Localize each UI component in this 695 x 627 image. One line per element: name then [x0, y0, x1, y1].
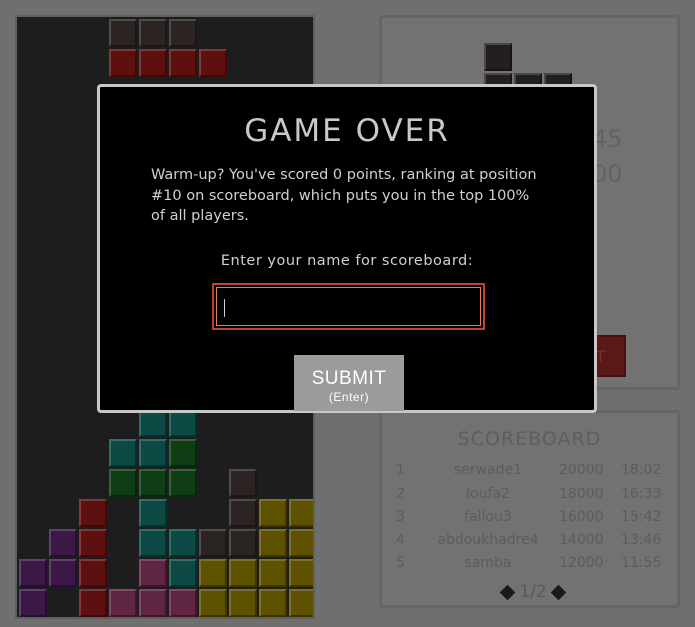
scoreboard-rank: 2 — [396, 486, 405, 502]
board-block — [139, 529, 167, 557]
board-block — [139, 409, 167, 437]
board-block — [139, 49, 167, 77]
board-block — [169, 19, 197, 47]
board-block — [199, 589, 227, 617]
board-block — [169, 49, 197, 77]
player-name-input[interactable] — [212, 283, 485, 330]
scoreboard-time: 18:02 — [621, 462, 662, 478]
scoreboard-row: 4 abdoukhadre4 14000 13:46 — [393, 532, 673, 552]
scoreboard-player: serwade1 — [453, 462, 523, 478]
board-block — [199, 529, 227, 557]
scoreboard-rank: 3 — [396, 509, 405, 525]
scoreboard-player: loufa2 — [466, 486, 510, 502]
board-block — [139, 499, 167, 527]
board-block — [139, 19, 167, 47]
board-block — [139, 439, 167, 467]
name-prompt-label: Enter your name for scoreboard: — [220, 253, 474, 269]
game-over-dialog: GAME OVER Warm-up? You've scored 0 point… — [97, 84, 597, 413]
board-block — [169, 409, 197, 437]
board-block — [259, 529, 287, 557]
scoreboard-score: 20000 — [559, 462, 604, 478]
scoreboard-rank: 4 — [396, 532, 405, 548]
board-block — [139, 589, 167, 617]
board-block — [169, 529, 197, 557]
scoreboard-player: fallou3 — [464, 509, 512, 525]
board-block — [169, 559, 197, 587]
board-block — [229, 589, 257, 617]
board-block — [229, 469, 257, 497]
board-block — [79, 589, 107, 617]
board-block — [49, 559, 77, 587]
scoreboard-row: 2 loufa2 18000 16:33 — [393, 486, 673, 506]
board-block — [229, 529, 257, 557]
board-block — [169, 439, 197, 467]
scoreboard-score: 14000 — [559, 532, 604, 548]
board-block — [109, 19, 137, 47]
board-block — [169, 469, 197, 497]
scoreboard-player: samba — [464, 555, 512, 571]
scoreboard-score: 18000 — [559, 486, 604, 502]
scoreboard-pager: 1/2 — [488, 582, 578, 602]
board-block — [109, 439, 137, 467]
scoreboard-score: 12000 — [559, 555, 604, 571]
board-block — [199, 559, 227, 587]
board-block — [79, 559, 107, 587]
scoreboard-title: SCOREBOARD — [457, 428, 602, 450]
page-indicator: 1/2 — [519, 582, 547, 602]
board-block — [289, 529, 313, 557]
scoreboard-row: 1 serwade1 20000 18:02 — [393, 462, 673, 482]
board-block — [79, 529, 107, 557]
board-block — [109, 589, 137, 617]
scoreboard-row: 3 fallou3 16000 15:42 — [393, 509, 673, 529]
scoreboard-time: 16:33 — [621, 486, 662, 502]
scoreboard-player: abdoukhadre4 — [437, 532, 539, 548]
board-block — [139, 559, 167, 587]
board-block — [259, 559, 287, 587]
scoreboard-row: 5 samba 12000 11:55 — [393, 555, 673, 575]
board-block — [289, 589, 313, 617]
scoreboard-time: 11:55 — [621, 555, 662, 571]
scoreboard-rank: 5 — [396, 555, 405, 571]
board-block — [79, 499, 107, 527]
submit-label: SUBMIT — [311, 367, 387, 389]
submit-hint: (Enter) — [328, 389, 370, 404]
board-block — [139, 469, 167, 497]
board-block — [289, 499, 313, 527]
text-caret — [224, 299, 225, 317]
board-block — [109, 49, 137, 77]
board-block — [49, 529, 77, 557]
board-block — [19, 559, 47, 587]
board-block — [259, 589, 287, 617]
scoreboard-time: 15:42 — [621, 509, 662, 525]
next-piece-block — [484, 43, 512, 71]
board-block — [19, 589, 47, 617]
board-block — [199, 49, 227, 77]
next-page-icon[interactable] — [550, 584, 566, 600]
scoreboard-score: 16000 — [559, 509, 604, 525]
dialog-title: GAME OVER — [244, 113, 450, 149]
scoreboard-rank: 1 — [396, 462, 405, 478]
board-block — [289, 559, 313, 587]
board-block — [229, 559, 257, 587]
submit-button[interactable]: SUBMIT (Enter) — [294, 355, 404, 411]
scoreboard-time: 13:46 — [621, 532, 662, 548]
board-block — [169, 589, 197, 617]
board-block — [109, 469, 137, 497]
board-block — [229, 499, 257, 527]
prev-page-icon[interactable] — [500, 584, 516, 600]
board-block — [259, 499, 287, 527]
dialog-message: Warm-up? You've scored 0 points, ranking… — [151, 167, 537, 224]
